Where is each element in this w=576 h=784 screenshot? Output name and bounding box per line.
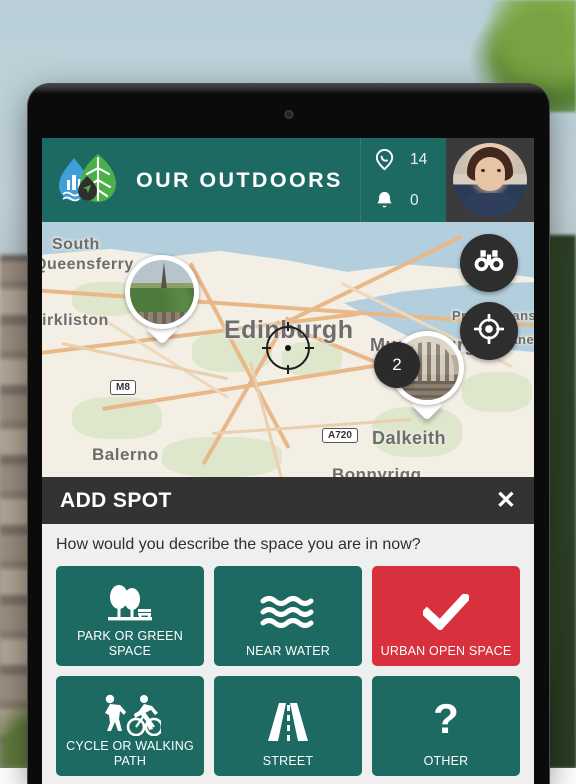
cluster-count: 2 <box>392 355 401 375</box>
space-type-option[interactable]: URBAN OPEN SPACE <box>372 566 520 666</box>
bell-icon <box>373 189 396 212</box>
space-type-option[interactable]: CYCLE OR WALKING PATH <box>56 676 204 776</box>
marker-cluster-badge[interactable]: 2 <box>374 342 420 388</box>
svg-text:?: ? <box>433 700 459 742</box>
map-road-shield: M8 <box>110 380 136 395</box>
locate-crosshair-icon <box>474 314 504 349</box>
space-type-label: PARK OR GREEN SPACE <box>62 629 198 658</box>
brand-area: OUR OUTDOORS <box>42 138 360 222</box>
space-type-label: URBAN OPEN SPACE <box>381 644 512 658</box>
space-type-label: CYCLE OR WALKING PATH <box>62 739 198 768</box>
space-type-option[interactable]: NEAR WATER <box>214 566 362 666</box>
marker-bubble <box>125 255 199 329</box>
app-title: OUR OUTDOORS <box>136 168 343 193</box>
question-label: How would you describe the space you are… <box>56 536 520 554</box>
spots-count: 14 <box>410 151 427 169</box>
space-type-option[interactable]: ? OTHER <box>372 676 520 776</box>
notifications-counter[interactable]: 0 <box>361 180 446 221</box>
crosshair-tick-left <box>262 347 271 350</box>
map-place-label: Dalkeith <box>372 428 446 449</box>
locate-me-button[interactable] <box>460 302 518 360</box>
map-view[interactable]: SouthQueensferryKirklistonEdinburghMusse… <box>42 222 534 477</box>
space-type-options: PARK OR GREEN SPACE NEAR WATER URBAN OPEN … <box>56 566 520 776</box>
space-type-label: NEAR WATER <box>246 644 330 658</box>
map-place-label: Kirkliston <box>42 312 109 330</box>
church-gravestones <box>130 312 194 324</box>
map-place-label: Balerno <box>92 445 159 465</box>
crosshair-tick-bottom <box>287 365 290 374</box>
waves-icon <box>260 580 316 644</box>
binoculars-icon <box>474 248 504 279</box>
church-trees <box>130 288 194 314</box>
map-place-label: Bonnyrigg <box>332 465 422 477</box>
map-green-area <box>462 372 532 412</box>
church-photo <box>130 260 194 324</box>
checkmark-icon <box>423 580 469 644</box>
tablet-screen: OUR OUTDOORS 14 <box>42 138 534 784</box>
crosshair-tick-right <box>305 347 314 350</box>
add-spot-body: How would you describe the space you are… <box>42 524 534 776</box>
tablet-device: OUR OUTDOORS 14 <box>28 84 549 784</box>
app-header: OUR OUTDOORS 14 <box>42 138 534 222</box>
map-road-shield: A720 <box>322 428 358 443</box>
space-type-label: STREET <box>263 754 314 768</box>
spot-marker-church[interactable] <box>125 255 199 343</box>
question-mark-icon: ? <box>431 690 461 754</box>
space-type-option[interactable]: PARK OR GREEN SPACE <box>56 566 204 666</box>
map-place-label: Queensferry <box>42 256 134 274</box>
space-type-option[interactable]: STREET <box>214 676 362 776</box>
road-icon <box>265 690 311 754</box>
avatar-face <box>475 157 505 191</box>
notifications-count: 0 <box>410 192 419 210</box>
avatar-shirt <box>461 193 519 217</box>
map-pin-icon <box>373 148 396 171</box>
profile-button[interactable] <box>446 138 534 222</box>
crosshair-tick-top <box>287 322 290 331</box>
avatar <box>453 143 527 217</box>
map-green-area <box>162 437 282 477</box>
avatar-eye-right <box>497 169 501 172</box>
header-counters: 14 0 <box>360 138 446 222</box>
add-spot-header: ADD SPOT ✕ <box>42 477 534 524</box>
close-icon[interactable]: ✕ <box>496 489 516 513</box>
walker-cyclist-icon <box>99 690 161 739</box>
city-leaf-pin-logo-icon <box>54 150 122 210</box>
spots-counter[interactable]: 14 <box>361 139 446 180</box>
trees-bench-icon <box>104 580 156 629</box>
front-camera <box>284 110 293 119</box>
panel-title: ADD SPOT <box>60 489 172 513</box>
explore-button[interactable] <box>460 234 518 292</box>
current-location-marker <box>266 326 310 370</box>
space-type-label: OTHER <box>424 754 469 768</box>
map-place-label: South <box>52 236 100 254</box>
avatar-eye-left <box>481 169 485 172</box>
